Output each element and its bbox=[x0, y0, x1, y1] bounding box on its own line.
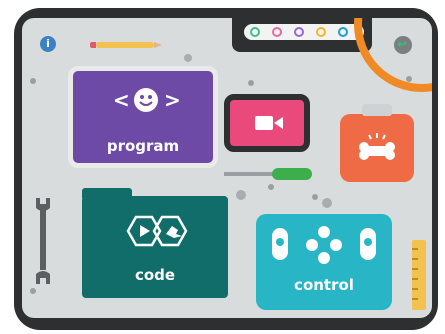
bone-tile-clip bbox=[362, 104, 392, 116]
color-dot-5[interactable] bbox=[338, 27, 348, 37]
svg-text:>: > bbox=[164, 88, 181, 112]
back-button[interactable]: ↩ bbox=[394, 36, 412, 54]
ruler-decoration bbox=[412, 240, 426, 310]
gear-decoration-1 bbox=[184, 54, 192, 62]
gear-decoration-3 bbox=[322, 198, 332, 208]
play-bird-code-icon bbox=[126, 215, 188, 247]
bolt-5 bbox=[406, 76, 412, 82]
color-dot-3[interactable] bbox=[294, 27, 304, 37]
video-tile[interactable] bbox=[224, 94, 310, 152]
pencil-decoration bbox=[90, 42, 162, 48]
bone-tile[interactable] bbox=[340, 104, 414, 182]
bolt-2 bbox=[30, 288, 36, 294]
bolt-4 bbox=[312, 194, 318, 200]
control-label: control bbox=[294, 276, 354, 294]
workbench-screen: i ↩ < > program code control bbox=[22, 18, 432, 318]
bolt-3 bbox=[268, 184, 274, 190]
gamepad-icon bbox=[272, 226, 376, 264]
color-toolbar bbox=[232, 18, 372, 52]
color-dot-1[interactable] bbox=[250, 27, 260, 37]
screwdriver-decoration bbox=[224, 168, 314, 180]
color-dots bbox=[244, 24, 364, 40]
code-tile[interactable]: code bbox=[82, 188, 228, 298]
code-tile-tab bbox=[82, 188, 132, 198]
code-label: code bbox=[134, 266, 176, 284]
bolt-1 bbox=[30, 78, 36, 84]
smiley-code-icon: < > bbox=[113, 88, 181, 112]
color-dot-4[interactable] bbox=[316, 27, 326, 37]
dog-bone-icon bbox=[359, 133, 395, 160]
back-arrow-icon: ↩ bbox=[397, 37, 408, 51]
gear-decoration-2 bbox=[236, 190, 246, 200]
color-dot-2[interactable] bbox=[272, 27, 282, 37]
program-tile[interactable]: < > program bbox=[68, 66, 218, 168]
info-icon: i bbox=[46, 37, 50, 50]
program-label: program bbox=[106, 137, 180, 155]
highlight-ring bbox=[354, 18, 432, 92]
info-button[interactable]: i bbox=[40, 36, 56, 52]
bolt-6 bbox=[248, 80, 254, 86]
wrench-decoration bbox=[36, 198, 50, 284]
svg-text:<: < bbox=[113, 88, 130, 112]
video-camera-icon bbox=[255, 116, 283, 130]
control-tile[interactable]: control bbox=[256, 214, 392, 310]
